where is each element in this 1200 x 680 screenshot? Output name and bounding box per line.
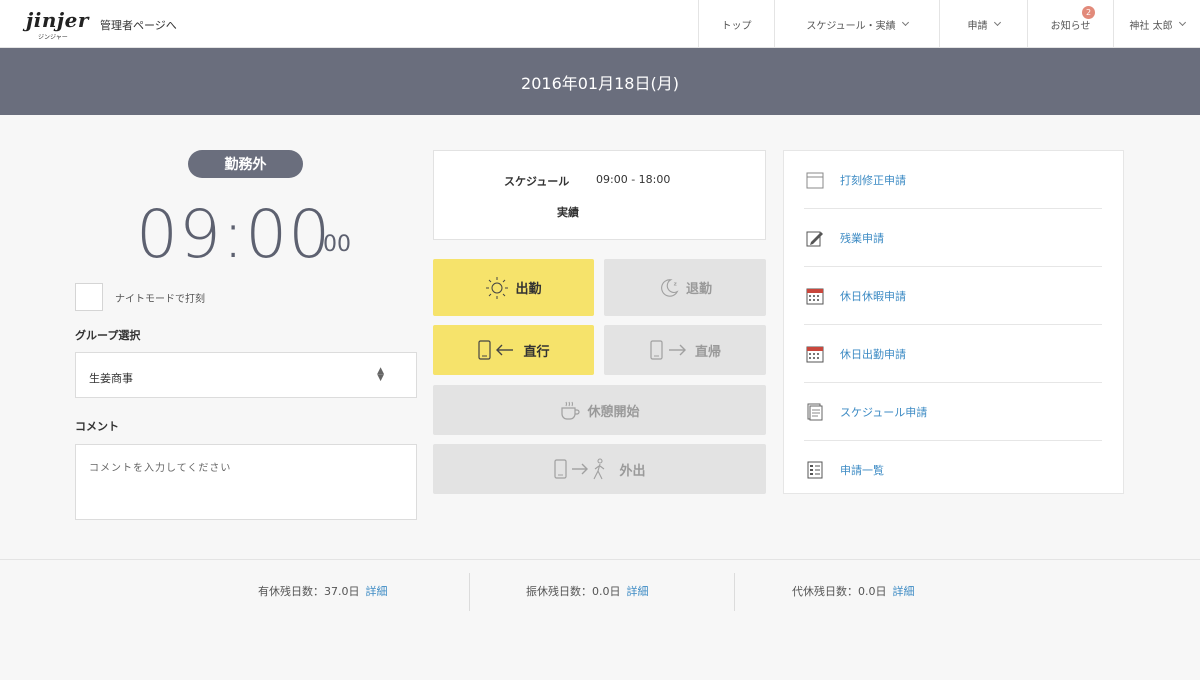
user-name: 神社 太郎 (1129, 20, 1173, 32)
top-nav: トップ スケジュール・実績 申請 お知らせ 2 神社 太郎 (698, 0, 1200, 48)
go-out-label: 外出 (619, 463, 646, 479)
nav-requests[interactable]: 申請 (939, 0, 1027, 48)
paid-leave-balance: 有休残日数：37.0日 詳細 (258, 583, 388, 599)
moon-icon: z (661, 278, 679, 297)
break-start-label: 休憩開始 (587, 404, 640, 420)
work-status-badge: 勤務外 (188, 150, 303, 178)
direct-return-label: 直帰 (694, 344, 721, 360)
request-list[interactable]: 申請一覧 (804, 441, 1102, 499)
group-select-value: 生姜商事 (89, 372, 133, 385)
substitute-leave-label: 振休残日数： (526, 585, 592, 598)
night-mode-label: ナイトモードで打刻 (115, 294, 205, 305)
request-holiday-work[interactable]: 休日出勤申請 (804, 325, 1102, 383)
admin-page-link[interactable]: 管理者ページへ (100, 17, 177, 33)
substitute-leave-value: 0.0日 (592, 585, 621, 598)
request-label: 打刻修正申請 (840, 173, 906, 187)
direct-go-button[interactable]: 直行 (433, 325, 594, 375)
nav-user-menu[interactable]: 神社 太郎 (1113, 0, 1200, 48)
jinjer-logo[interactable]: jinjer ジンジャー (26, 8, 88, 42)
comment-label: コメント (75, 420, 119, 433)
request-label: スケジュール申請 (840, 405, 928, 419)
paid-leave-detail-link[interactable]: 詳細 (366, 585, 388, 598)
nav-notifications-label: お知らせ (1050, 20, 1091, 32)
nav-requests-label: 申請 (967, 20, 988, 32)
phone-arrow-right-icon (650, 340, 686, 360)
request-label: 休日出勤申請 (840, 347, 906, 361)
logo-text: jinjer (26, 8, 89, 32)
calendar-icon (806, 288, 824, 304)
clock-time: 09:00 (136, 196, 332, 273)
paid-leave-label: 有休残日数： (258, 585, 324, 598)
request-schedule[interactable]: スケジュール申請 (804, 383, 1102, 441)
compensatory-leave-value: 0.0日 (858, 585, 887, 598)
sun-icon (486, 276, 509, 299)
schedule-label: スケジュール (504, 175, 570, 188)
chevron-down-icon (1178, 18, 1186, 27)
list-icon (807, 461, 823, 479)
compensatory-leave-detail-link[interactable]: 詳細 (893, 585, 915, 598)
compensatory-leave-label: 代休残日数： (792, 585, 858, 598)
clock-seconds: 00 (323, 232, 351, 257)
svg-text:z: z (674, 281, 677, 287)
substitute-leave-detail-link[interactable]: 詳細 (627, 585, 649, 598)
direct-return-button[interactable]: 直帰 (604, 325, 766, 375)
night-mode-checkbox[interactable] (75, 283, 103, 311)
clock-out-label: 退勤 (685, 282, 712, 297)
request-menu: 打刻修正申請 残業申請 休日休暇申請 休日出勤申請 スケジュール申請 申請一覧 (783, 150, 1124, 494)
select-arrows-icon: ▲ ▼ (377, 366, 384, 383)
chevron-down-icon (901, 18, 909, 27)
request-stamp-correction[interactable]: 打刻修正申請 (804, 151, 1102, 209)
chevron-down-icon (993, 18, 1001, 27)
pencil-edit-icon (806, 231, 823, 246)
divider (469, 573, 470, 611)
nav-schedule[interactable]: スケジュール・実績 (774, 0, 939, 48)
clock-out-button[interactable]: z 退勤 (604, 259, 766, 316)
clock-in-label: 出勤 (515, 282, 542, 297)
request-overtime[interactable]: 残業申請 (804, 209, 1102, 267)
group-select[interactable]: 生姜商事 ▲ ▼ (75, 352, 417, 398)
current-date: 2016年01月18日(月) (521, 73, 679, 93)
actual-label: 実績 (557, 206, 579, 219)
calendar-blank-icon (806, 172, 824, 188)
direct-go-label: 直行 (523, 344, 550, 360)
group-select-label: グループ選択 (75, 329, 141, 342)
phone-arrow-left-icon (478, 340, 514, 360)
compensatory-leave-balance: 代休残日数：0.0日 詳細 (792, 583, 915, 599)
nav-schedule-label: スケジュール・実績 (806, 20, 896, 32)
request-label: 申請一覧 (840, 464, 884, 477)
coffee-cup-icon (561, 401, 581, 420)
go-out-button[interactable]: 外出 (433, 444, 766, 494)
nav-notifications[interactable]: お知らせ 2 (1027, 0, 1113, 48)
request-label: 残業申請 (840, 231, 884, 245)
calendar-icon (806, 346, 824, 362)
document-icon (807, 403, 823, 420)
break-start-button[interactable]: 休憩開始 (433, 385, 766, 435)
request-label: 休日休暇申請 (840, 289, 906, 303)
substitute-leave-balance: 振休残日数：0.0日 詳細 (526, 583, 649, 599)
nav-top-label: トップ (721, 20, 752, 32)
top-header: jinjer ジンジャー 管理者ページへ トップ スケジュール・実績 申請 お知… (0, 0, 1200, 48)
leave-balance-footer: 有休残日数：37.0日 詳細 振休残日数：0.0日 詳細 代休残日数：0.0日 詳細 (0, 559, 1200, 680)
divider (734, 573, 735, 611)
request-holiday-leave[interactable]: 休日休暇申請 (804, 267, 1102, 325)
nav-top[interactable]: トップ (698, 0, 774, 48)
date-bar: 2016年01月18日(月) (0, 48, 1200, 115)
schedule-card: スケジュール 09:00 - 18:00 実績 (433, 150, 766, 240)
notification-badge: 2 (1082, 6, 1095, 19)
phone-arrow-walk-icon (554, 458, 605, 480)
clock-in-button[interactable]: 出勤 (433, 259, 594, 316)
schedule-time: 09:00 - 18:00 (596, 173, 671, 186)
logo-subtext: ジンジャー (38, 34, 68, 41)
comment-input[interactable] (75, 444, 417, 520)
paid-leave-value: 37.0日 (324, 585, 360, 598)
